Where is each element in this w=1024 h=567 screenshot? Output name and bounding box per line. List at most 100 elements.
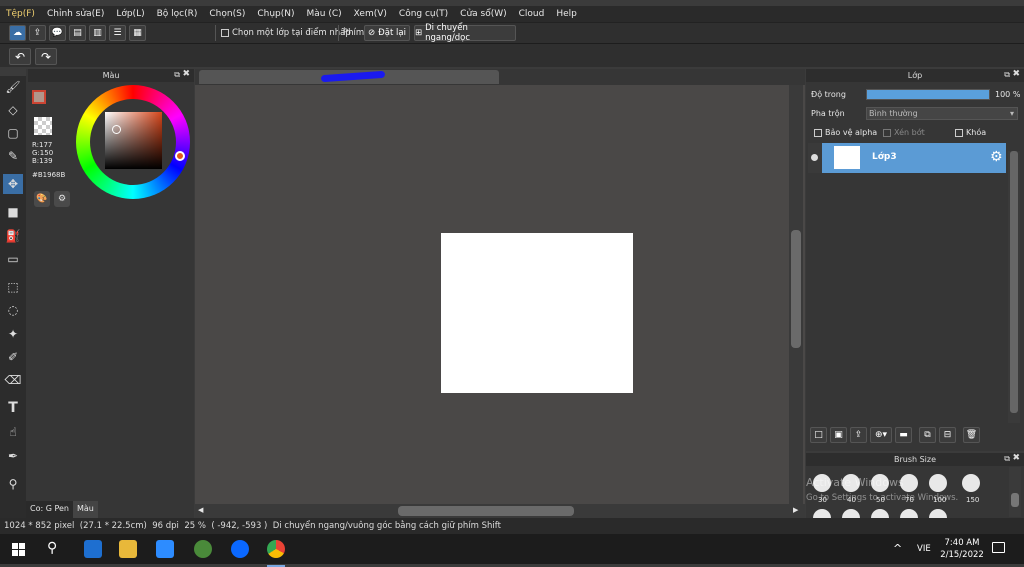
menu-view[interactable]: Xem(V) bbox=[348, 9, 393, 19]
layer-add-menu-icon[interactable]: ⊕▾ bbox=[870, 427, 892, 443]
fill-rect-tool-icon[interactable]: ■ bbox=[3, 202, 23, 222]
lasso-tool-icon[interactable]: ◌ bbox=[3, 300, 23, 320]
brush-scroll-thumb[interactable] bbox=[1011, 493, 1019, 507]
scroll-right-icon[interactable]: ▶ bbox=[793, 506, 798, 514]
vertical-scrollbar[interactable] bbox=[789, 85, 803, 505]
transparent-swatch[interactable] bbox=[34, 117, 52, 135]
pen-tool-icon[interactable]: ✎ bbox=[3, 146, 23, 166]
menu-cloud[interactable]: Cloud bbox=[513, 9, 551, 19]
eraser-tool-icon[interactable]: ◇ bbox=[3, 100, 23, 120]
new-raster-icon[interactable]: ▣ bbox=[830, 427, 847, 443]
comment-icon[interactable]: 💬 bbox=[49, 25, 66, 41]
menu-tools[interactable]: Công cụ(T) bbox=[393, 9, 454, 19]
vertical-scroll-thumb[interactable] bbox=[791, 230, 801, 348]
brush-size-swatch[interactable] bbox=[900, 509, 918, 518]
import-layer-icon[interactable]: ⇪ bbox=[850, 427, 867, 443]
close-icon[interactable]: ✖ bbox=[1012, 69, 1020, 79]
brush-size-swatch[interactable] bbox=[929, 474, 947, 492]
magic-wand-tool-icon[interactable]: ✦ bbox=[3, 324, 23, 344]
close-icon[interactable]: ✖ bbox=[1012, 453, 1020, 463]
chevron-up-icon[interactable]: ^ bbox=[893, 542, 902, 555]
blend-mode-select[interactable]: Bình thường ▾ bbox=[866, 107, 1018, 120]
menu-help[interactable]: Help bbox=[550, 9, 583, 19]
protect-alpha-option[interactable]: Bảo vệ alpha bbox=[814, 128, 877, 137]
undock-icon[interactable]: ⧉ bbox=[1004, 70, 1010, 80]
protect-alpha-checkbox[interactable] bbox=[814, 128, 822, 137]
drawing-canvas[interactable] bbox=[441, 233, 633, 393]
brush-size-swatch[interactable] bbox=[962, 474, 980, 492]
chat-icon[interactable]: ▤ bbox=[69, 25, 86, 41]
merge-layer-icon[interactable]: ⊟ bbox=[939, 427, 956, 443]
duplicate-layer-icon[interactable]: ⧉ bbox=[919, 427, 936, 443]
menu-capture[interactable]: Chụp(N) bbox=[251, 9, 300, 19]
menu-edit[interactable]: Chỉnh sửa(E) bbox=[41, 9, 110, 19]
select-clicked-layer-checkbox[interactable] bbox=[221, 29, 229, 37]
primary-color-swatch[interactable] bbox=[32, 90, 46, 104]
chrome-icon[interactable] bbox=[267, 540, 285, 558]
palette-icon[interactable]: 🎨 bbox=[34, 191, 50, 207]
windows-start-icon[interactable] bbox=[12, 543, 25, 556]
brush-size-swatch[interactable] bbox=[929, 509, 947, 518]
menu-file[interactable]: Tệp(F) bbox=[0, 9, 41, 19]
bucket-tool-icon[interactable]: ⛽ bbox=[3, 226, 23, 246]
close-icon[interactable]: ✖ bbox=[182, 69, 190, 79]
move-tool-icon[interactable]: ✥ bbox=[3, 174, 23, 194]
gear-icon[interactable]: ⚙ bbox=[990, 149, 1003, 165]
new-layer-icon[interactable]: □ bbox=[810, 427, 827, 443]
undock-icon[interactable]: ⧉ bbox=[1004, 454, 1010, 464]
hand-tool-icon[interactable]: ☝ bbox=[3, 422, 23, 442]
list-icon[interactable]: ☰ bbox=[109, 25, 126, 41]
menu-window[interactable]: Cửa sổ(W) bbox=[454, 9, 512, 19]
zalo-icon[interactable] bbox=[231, 540, 249, 558]
select-pen-tool-icon[interactable]: ✐ bbox=[3, 347, 23, 367]
horizontal-scrollbar[interactable]: ◀ ▶ bbox=[195, 504, 805, 518]
clock[interactable]: 7:40 AM 2/15/2022 bbox=[937, 537, 987, 561]
select-eraser-tool-icon[interactable]: ⌫ bbox=[3, 370, 23, 390]
menu-color[interactable]: Màu (C) bbox=[301, 9, 348, 19]
brush-scrollbar[interactable] bbox=[1009, 467, 1021, 517]
menu-filter[interactable]: Bộ lọc(R) bbox=[151, 9, 204, 19]
brush-tool-icon[interactable]: 🖌 bbox=[3, 77, 23, 97]
clip-checkbox[interactable] bbox=[883, 128, 891, 137]
opacity-slider[interactable] bbox=[866, 89, 990, 100]
undo-icon[interactable]: ↶ bbox=[9, 48, 31, 65]
lock-option[interactable]: Khóa bbox=[955, 128, 986, 137]
shape-tool-icon[interactable]: ▢ bbox=[3, 123, 23, 143]
trash-icon[interactable]: 🗑 bbox=[963, 427, 980, 443]
tab-brush[interactable]: Co: G Pen bbox=[26, 501, 73, 518]
color-picker-handle[interactable] bbox=[112, 125, 121, 134]
layer-scrollbar[interactable] bbox=[1008, 151, 1020, 423]
clip-option[interactable]: Xén bớt bbox=[883, 128, 925, 137]
brush-size-swatch[interactable] bbox=[842, 509, 860, 518]
document-tab[interactable] bbox=[199, 70, 499, 84]
grid-icon[interactable]: ▦ bbox=[129, 25, 146, 41]
rect-select-tool-icon[interactable]: ⬚ bbox=[3, 277, 23, 297]
dropper-tool-icon[interactable]: ⚲ bbox=[3, 474, 23, 494]
eye-icon[interactable] bbox=[811, 154, 818, 161]
search-icon[interactable]: ⚲ bbox=[47, 540, 57, 556]
app-icon[interactable] bbox=[194, 540, 212, 558]
text-tool-icon[interactable]: T bbox=[3, 398, 23, 418]
notification-icon[interactable] bbox=[992, 542, 1005, 553]
select-clicked-layer-option[interactable]: Chọn một lớp tại điểm nhấp bbox=[221, 28, 351, 38]
file-explorer-icon[interactable] bbox=[119, 540, 137, 558]
tab-color[interactable]: Màu bbox=[73, 501, 98, 518]
horizontal-scroll-thumb[interactable] bbox=[398, 506, 574, 516]
brush-size-swatch[interactable] bbox=[813, 509, 831, 518]
palette-settings-icon[interactable]: ⚙ bbox=[54, 191, 70, 207]
menu-layer[interactable]: Lớp(L) bbox=[110, 9, 150, 19]
language-indicator[interactable]: VIE bbox=[917, 544, 931, 554]
folder-icon[interactable]: ▬ bbox=[895, 427, 912, 443]
move-hv-button[interactable]: ⊞ Di chuyển ngang/dọc bbox=[414, 23, 516, 43]
layer-visibility[interactable] bbox=[808, 143, 822, 173]
brush-size-swatch[interactable] bbox=[871, 509, 889, 518]
undock-icon[interactable]: ⧉ bbox=[174, 70, 180, 80]
share-icon[interactable]: ⇪ bbox=[29, 25, 46, 41]
redo-icon[interactable]: ↷ bbox=[35, 48, 57, 65]
menu-select[interactable]: Chọn(S) bbox=[203, 9, 251, 19]
zoom-app-icon[interactable] bbox=[156, 540, 174, 558]
hue-ring[interactable] bbox=[76, 85, 190, 199]
eyedropper-tool-icon[interactable]: ✒ bbox=[3, 446, 23, 466]
scroll-left-icon[interactable]: ◀ bbox=[198, 506, 203, 514]
browser-icon[interactable] bbox=[84, 540, 102, 558]
